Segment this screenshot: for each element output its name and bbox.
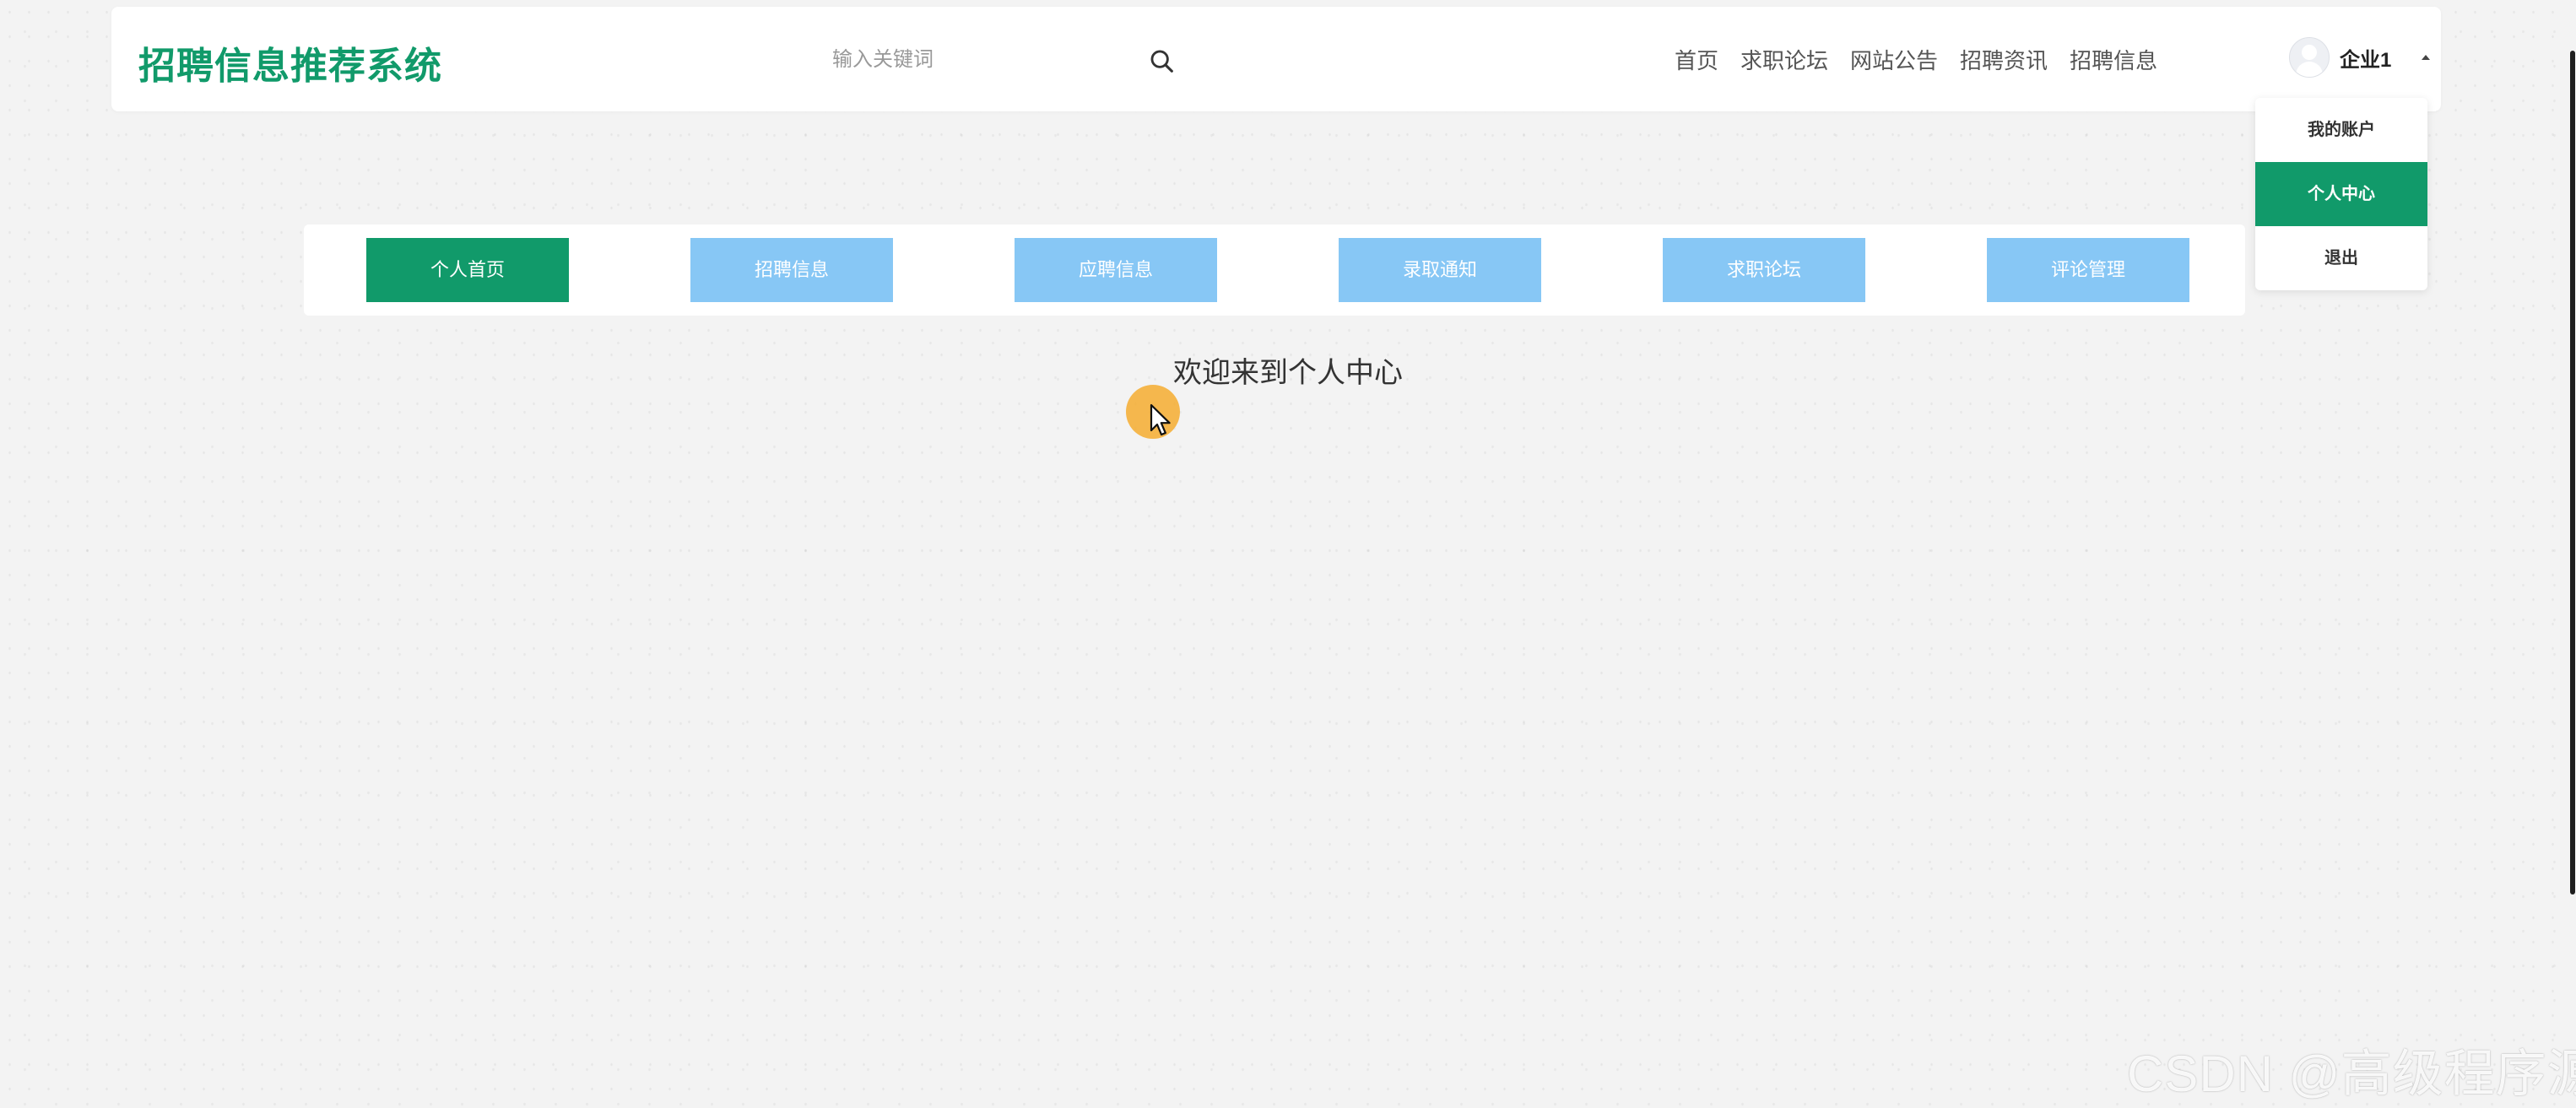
menu-personal-center[interactable]: 个人中心 — [2255, 162, 2427, 226]
personal-center-tabs: 个人首页 招聘信息 应聘信息 录取通知 求职论坛 评论管理 — [304, 224, 2245, 316]
nav-job-forum[interactable]: 求职论坛 — [1740, 44, 1828, 78]
nav-home[interactable]: 首页 — [1675, 44, 1718, 78]
tab-comment-management[interactable]: 评论管理 — [1987, 238, 2189, 302]
tab-job-forum[interactable]: 求职论坛 — [1663, 238, 1865, 302]
tab-admission-notice[interactable]: 录取通知 — [1339, 238, 1541, 302]
username: 企业1 — [2340, 48, 2392, 72]
tab-application-info[interactable]: 应聘信息 — [1015, 238, 1217, 302]
scrollbar-thumb[interactable] — [2570, 51, 2575, 895]
user-menu-trigger[interactable]: 企业1 — [2289, 32, 2431, 83]
search-box — [702, 29, 1192, 93]
mouse-cursor-icon — [1150, 403, 1171, 436]
tab-recruitment-info[interactable]: 招聘信息 — [690, 238, 893, 302]
search-icon[interactable] — [1148, 47, 1177, 76]
user-dropdown-menu: 我的账户 个人中心 退出 — [2255, 98, 2427, 290]
caret-up-icon — [2422, 55, 2431, 60]
nav-announcements[interactable]: 网站公告 — [1850, 44, 1938, 78]
top-nav: 首页 求职论坛 网站公告 招聘资讯 招聘信息 — [1675, 44, 2157, 78]
welcome-text: 欢迎来到个人中心 — [1173, 357, 1403, 389]
nav-recruitment-news[interactable]: 招聘资讯 — [1960, 44, 2048, 78]
user-avatar-icon — [2289, 37, 2330, 78]
csdn-watermark: CSDN @高级程序源 — [2127, 1046, 2576, 1102]
menu-logout[interactable]: 退出 — [2255, 226, 2427, 290]
nav-recruitment-info[interactable]: 招聘信息 — [2070, 44, 2157, 78]
tab-personal-home[interactable]: 个人首页 — [366, 238, 569, 302]
site-logo[interactable]: 招聘信息推荐系统 — [138, 35, 442, 89]
search-input[interactable] — [702, 41, 1090, 79]
top-header: 招聘信息推荐系统 首页 求职论坛 网站公告 招聘资讯 招聘信息 企业1 — [111, 7, 2441, 111]
menu-my-account[interactable]: 我的账户 — [2255, 98, 2427, 162]
page-scrollbar[interactable] — [2569, 0, 2576, 1108]
